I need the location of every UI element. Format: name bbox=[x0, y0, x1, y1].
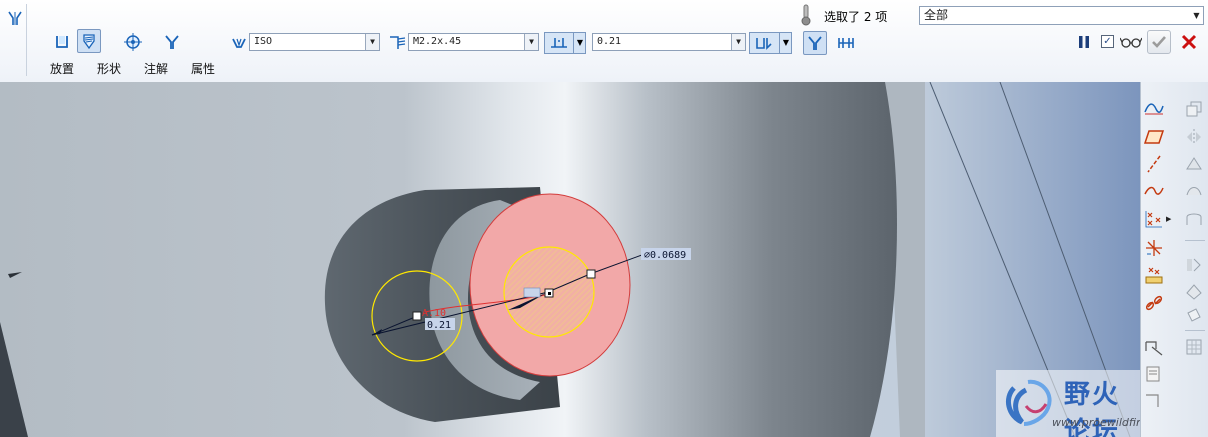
chevron-down-icon[interactable]: ▼ bbox=[1190, 7, 1203, 24]
depth-blind-icon bbox=[551, 38, 567, 48]
selection-count: 选取了 2 项 bbox=[824, 10, 888, 24]
thermometer-icon bbox=[794, 3, 818, 27]
pause-icon[interactable] bbox=[1072, 30, 1096, 54]
datum-plane-icon[interactable] bbox=[1143, 126, 1165, 148]
model-view: ⌀0.0689 A.10 0.21 bbox=[0, 82, 1140, 437]
thread-icon[interactable] bbox=[386, 31, 410, 55]
divider bbox=[1185, 240, 1205, 241]
hole-type-icon[interactable] bbox=[227, 31, 251, 55]
datum-curve-icon[interactable] bbox=[1143, 180, 1165, 202]
accept-icon bbox=[1152, 36, 1166, 48]
depth-value-combo[interactable]: 0.21 ▼ bbox=[592, 33, 746, 51]
mirror-icon bbox=[1183, 126, 1205, 148]
datum-toolbar: ▶ bbox=[1140, 82, 1208, 437]
properties-icon[interactable] bbox=[160, 30, 184, 54]
offset-icon bbox=[1183, 208, 1205, 230]
depth-side-button[interactable]: ▼ bbox=[749, 32, 792, 54]
tab-properties[interactable]: 属性 bbox=[191, 60, 215, 77]
hole-tool-icon bbox=[3, 6, 27, 30]
chevron-down-icon[interactable]: ▼ bbox=[524, 34, 538, 50]
divider bbox=[1185, 330, 1205, 331]
sketch-curve-icon[interactable] bbox=[1143, 98, 1165, 120]
merge-icon bbox=[1183, 153, 1205, 175]
accept-button[interactable] bbox=[1147, 30, 1171, 54]
filter-value: 全部 bbox=[924, 8, 949, 22]
preview-checkbox[interactable]: ✓ bbox=[1101, 35, 1114, 48]
watermark: 野火论坛 www.proewildfire.cn bbox=[996, 370, 1140, 437]
standard-combo[interactable]: ISO ▼ bbox=[249, 33, 380, 51]
analysis-feature-icon[interactable] bbox=[1143, 264, 1165, 286]
placement-icon[interactable] bbox=[50, 30, 74, 54]
axis-marker bbox=[523, 287, 541, 298]
shape-icon[interactable] bbox=[77, 29, 101, 53]
trim-icon bbox=[1183, 180, 1205, 202]
thicken-icon bbox=[1183, 280, 1205, 302]
drag-handle-center bbox=[548, 292, 551, 295]
forum-logo bbox=[1005, 379, 1052, 426]
copy-icon bbox=[1183, 98, 1205, 120]
standard-value: ISO bbox=[254, 36, 273, 47]
size-combo[interactable]: M2.2x.45 ▼ bbox=[408, 33, 539, 51]
depth-side-icon bbox=[756, 38, 772, 50]
offset-dimension[interactable]: 0.21 bbox=[427, 320, 451, 331]
chevron-down-icon[interactable]: ▼ bbox=[365, 34, 379, 50]
datum-axis-icon[interactable] bbox=[1143, 153, 1165, 175]
coordinate-system-icon[interactable] bbox=[1143, 237, 1165, 259]
cancel-icon[interactable] bbox=[1177, 30, 1201, 54]
tab-annotation[interactable]: 注解 bbox=[144, 60, 168, 77]
flyout-arrow-icon[interactable]: ▶ bbox=[1166, 215, 1171, 223]
countersink-icon[interactable] bbox=[803, 31, 827, 55]
size-value: M2.2x.45 bbox=[413, 36, 462, 47]
tab-shape[interactable]: 形状 bbox=[97, 60, 121, 77]
glasses-icon[interactable] bbox=[1119, 30, 1143, 54]
extend-icon bbox=[1183, 254, 1205, 276]
pattern-icon bbox=[1183, 336, 1205, 358]
chevron-down-icon[interactable]: ▼ bbox=[779, 33, 792, 53]
solidify-icon bbox=[1183, 304, 1205, 326]
diameter-dimension[interactable]: ⌀0.0689 bbox=[644, 250, 686, 261]
depth-type-button[interactable]: ▼ bbox=[544, 32, 586, 54]
datum-point-icon[interactable] bbox=[1143, 208, 1165, 230]
note-icon[interactable] bbox=[1143, 364, 1165, 386]
sketch-view-icon[interactable] bbox=[1143, 336, 1165, 358]
hole-dashboard: 放置 形状 注解 属性 ISO ▼ M2.2x.45 ▼ ▼ 0.21 ▼ ▼ bbox=[0, 0, 1208, 83]
depth-value: 0.21 bbox=[597, 36, 622, 47]
chevron-down-icon[interactable]: ▼ bbox=[731, 34, 745, 50]
angle-dimension[interactable]: A.10 bbox=[422, 308, 446, 319]
chain-icon[interactable] bbox=[1143, 292, 1165, 314]
counterbore-icon[interactable] bbox=[834, 31, 858, 55]
tab-placement[interactable]: 放置 bbox=[50, 60, 74, 77]
graphics-window[interactable]: ⌀0.0689 A.10 0.21 野火论坛 www.proewildfire.… bbox=[0, 82, 1140, 437]
selection-filter[interactable]: 全部 ▼ bbox=[919, 6, 1204, 25]
drag-handle[interactable] bbox=[412, 311, 422, 321]
watermark-url: www.proewildfire.cn bbox=[1052, 416, 1140, 429]
annotation-icon[interactable] bbox=[121, 30, 145, 54]
drag-handle[interactable] bbox=[586, 269, 596, 279]
chevron-down-icon[interactable]: ▼ bbox=[573, 33, 586, 53]
annotation-feature-icon[interactable] bbox=[1143, 390, 1165, 412]
divider bbox=[26, 4, 27, 76]
